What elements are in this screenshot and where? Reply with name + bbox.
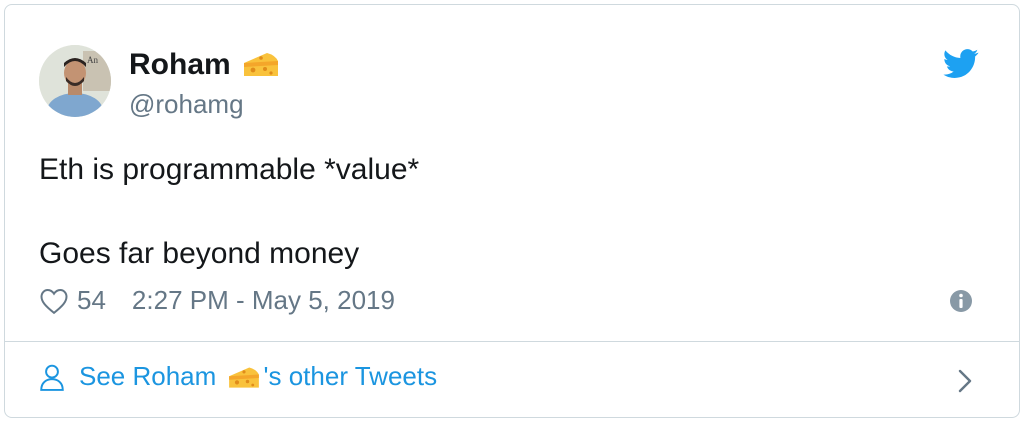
see-other-tweets-link[interactable]: See Roham 's other Tweets bbox=[39, 361, 437, 392]
see-other-tweets-suffix: 's other Tweets bbox=[263, 361, 438, 391]
heart-icon[interactable] bbox=[39, 287, 69, 315]
tweet-line-1: Eth is programmable *value* bbox=[39, 153, 420, 186]
twitter-bird-icon[interactable] bbox=[943, 49, 979, 79]
avatar[interactable]: An bbox=[39, 45, 111, 117]
svg-text:An: An bbox=[87, 55, 98, 65]
info-icon[interactable] bbox=[949, 289, 973, 313]
author-handle[interactable]: @rohamg bbox=[129, 89, 244, 120]
tweet-line-2: Goes far beyond money bbox=[39, 237, 360, 270]
chevron-right-icon[interactable] bbox=[955, 367, 975, 395]
divider bbox=[5, 341, 1019, 342]
tweet-timestamp[interactable]: 2:27 PM - May 5, 2019 bbox=[132, 285, 395, 316]
cheese-emoji-icon bbox=[243, 53, 278, 76]
embedded-tweet-card[interactable]: An Roham @rohamg Eth is programmable *va… bbox=[4, 4, 1020, 418]
tweet-text: Eth is programmable *value* Goes far bey… bbox=[39, 149, 419, 275]
user-icon bbox=[40, 364, 64, 391]
author-name[interactable]: Roham bbox=[129, 47, 281, 83]
cheese-emoji-icon bbox=[228, 367, 259, 388]
author-name-text: Roham bbox=[129, 48, 231, 81]
like-count[interactable]: 54 bbox=[77, 285, 106, 316]
tweet-meta: 54 2:27 PM - May 5, 2019 bbox=[39, 285, 395, 316]
see-other-tweets-prefix: See Roham bbox=[79, 361, 224, 391]
